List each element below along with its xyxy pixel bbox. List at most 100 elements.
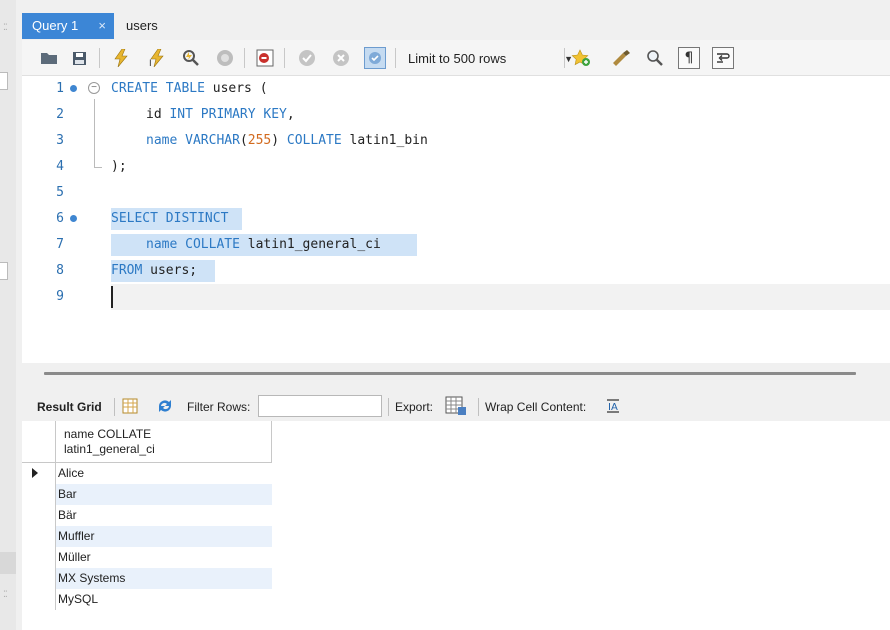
explain-icon[interactable] — [180, 47, 202, 69]
table-cell[interactable]: MySQL — [56, 589, 272, 610]
sidebar-input-edge-2[interactable] — [0, 262, 8, 280]
line-number: 2 — [56, 107, 64, 122]
left-sidebar-edge: ⁚⁚ ⁚⁚ — [0, 0, 16, 630]
rollback-icon[interactable] — [330, 47, 352, 69]
toolbar-separator — [284, 48, 285, 68]
stop-icon[interactable] — [214, 47, 236, 69]
line-number: 3 — [56, 133, 64, 148]
editor-line: 7 name COLLATE latin1_general_ci — [22, 232, 890, 258]
sidebar-panel-header — [0, 552, 16, 574]
grid-layout-icon[interactable] — [122, 398, 138, 417]
toolbar-separator — [114, 398, 115, 416]
execute-current-icon[interactable]: I — [146, 47, 168, 69]
save-icon[interactable] — [68, 47, 90, 69]
tab-query-1[interactable]: Query 1 × — [22, 13, 114, 39]
line-number: 1 — [56, 81, 64, 96]
grip-icon: ⁚⁚ — [3, 589, 8, 599]
editor-line: 2 id INT PRIMARY KEY, — [22, 102, 890, 128]
autocommit-icon[interactable] — [364, 47, 386, 69]
open-folder-icon[interactable] — [38, 47, 60, 69]
editor-line: 8 FROM users; — [22, 258, 890, 284]
table-cell[interactable]: Bär — [56, 505, 272, 526]
table-row[interactable]: Bar — [22, 484, 272, 505]
toolbar-separator — [395, 48, 396, 68]
row-pointer-icon — [32, 468, 38, 478]
result-grid-tab[interactable]: Result Grid — [37, 400, 102, 414]
result-toolbar: Result Grid Filter Rows: Export: Wrap Ce… — [22, 393, 890, 421]
editor-line: 1 − CREATE TABLE users ( — [22, 76, 890, 102]
toggle-error-icon[interactable] — [254, 47, 276, 69]
favorite-icon[interactable] — [570, 47, 592, 69]
line-number: 6 — [56, 211, 64, 226]
workbench-window: ⁚⁚ ⁚⁚ Query 1 × users I Limit to 500 row… — [0, 0, 890, 630]
result-grid[interactable]: name COLLATE latin1_general_ci Alice Bar… — [22, 421, 890, 630]
table-row[interactable]: Bär — [22, 505, 272, 526]
table-cell[interactable]: Muffler — [56, 526, 272, 547]
grid-corner[interactable] — [22, 421, 56, 463]
sidebar-input-edge[interactable] — [0, 72, 8, 90]
export-icon[interactable] — [445, 396, 467, 419]
line-number: 8 — [56, 263, 64, 278]
sql-editor-toolbar: I Limit to 500 rows ▼ ¶ — [22, 40, 890, 76]
horizontal-scrollbar[interactable] — [44, 372, 856, 375]
export-label: Export: — [395, 400, 434, 414]
limit-rows-value: Limit to 500 rows — [408, 51, 507, 66]
table-cell[interactable]: Alice — [56, 463, 272, 484]
wrap-cell-label: Wrap Cell Content: — [485, 400, 587, 414]
code-line-3: name VARCHAR(255) COLLATE latin1_bin — [146, 133, 428, 148]
limit-rows-select[interactable]: Limit to 500 rows ▼ — [402, 47, 580, 69]
line-number: 4 — [56, 159, 64, 174]
tab-label: users — [126, 18, 158, 33]
row-header[interactable] — [22, 463, 56, 484]
editor-line: 6 SELECT DISTINCT — [22, 206, 890, 232]
code-line-8: FROM users; — [111, 263, 198, 278]
find-icon[interactable] — [644, 47, 666, 69]
row-header[interactable] — [22, 526, 56, 547]
table-row[interactable]: MX Systems — [22, 568, 272, 589]
row-header[interactable] — [22, 589, 56, 610]
row-header[interactable] — [22, 505, 56, 526]
tab-users[interactable]: users — [116, 13, 196, 39]
table-row[interactable]: Alice — [22, 463, 272, 484]
commit-icon[interactable] — [296, 47, 318, 69]
row-header[interactable] — [22, 547, 56, 568]
editor-line: 3 name VARCHAR(255) COLLATE latin1_bin — [22, 128, 890, 154]
code-line-4: ); — [111, 159, 127, 174]
filter-rows-input[interactable] — [258, 395, 382, 417]
row-header[interactable] — [22, 484, 56, 505]
refresh-icon[interactable] — [156, 398, 174, 417]
execute-icon[interactable] — [110, 47, 132, 69]
table-row[interactable]: Müller — [22, 547, 272, 568]
table-row[interactable]: Muffler — [22, 526, 272, 547]
wrap-icon[interactable] — [712, 47, 734, 69]
row-header[interactable] — [22, 568, 56, 589]
fold-collapse-icon[interactable]: − — [88, 82, 100, 94]
text-caret — [111, 286, 113, 308]
editor-line: 5 — [22, 180, 890, 206]
code-line-6: SELECT DISTINCT — [111, 211, 229, 226]
toolbar-separator — [388, 398, 389, 416]
toolbar-separator — [244, 48, 245, 68]
query-tab-bar: Query 1 × users — [22, 13, 890, 39]
editor-line: 4 ); — [22, 154, 890, 180]
toolbar-separator — [478, 398, 479, 416]
editor-line: 9 — [22, 284, 890, 310]
beautify-icon[interactable] — [610, 47, 632, 69]
svg-text:I: I — [149, 59, 152, 67]
column-header[interactable]: name COLLATE latin1_general_ci — [56, 421, 272, 463]
line-number: 7 — [56, 237, 64, 252]
wrap-cell-icon[interactable]: IA — [605, 398, 621, 417]
table-cell[interactable]: Bar — [56, 484, 272, 505]
table-cell[interactable]: Müller — [56, 547, 272, 568]
column-header-line-2: latin1_general_ci — [64, 442, 155, 456]
close-icon[interactable]: × — [98, 13, 106, 39]
table-cell[interactable]: MX Systems — [56, 568, 272, 589]
invisibles-icon[interactable]: ¶ — [678, 47, 700, 69]
sql-editor[interactable]: 1 − CREATE TABLE users ( 2 id INT PRIMAR… — [22, 76, 890, 363]
filter-rows-label: Filter Rows: — [187, 400, 251, 414]
table-row[interactable]: MySQL — [22, 589, 272, 610]
column-header-line-1: name COLLATE — [64, 427, 152, 441]
panel-splitter[interactable] — [22, 363, 890, 393]
code-line-7: name COLLATE latin1_general_ci — [146, 237, 381, 252]
line-number: 5 — [56, 185, 64, 200]
